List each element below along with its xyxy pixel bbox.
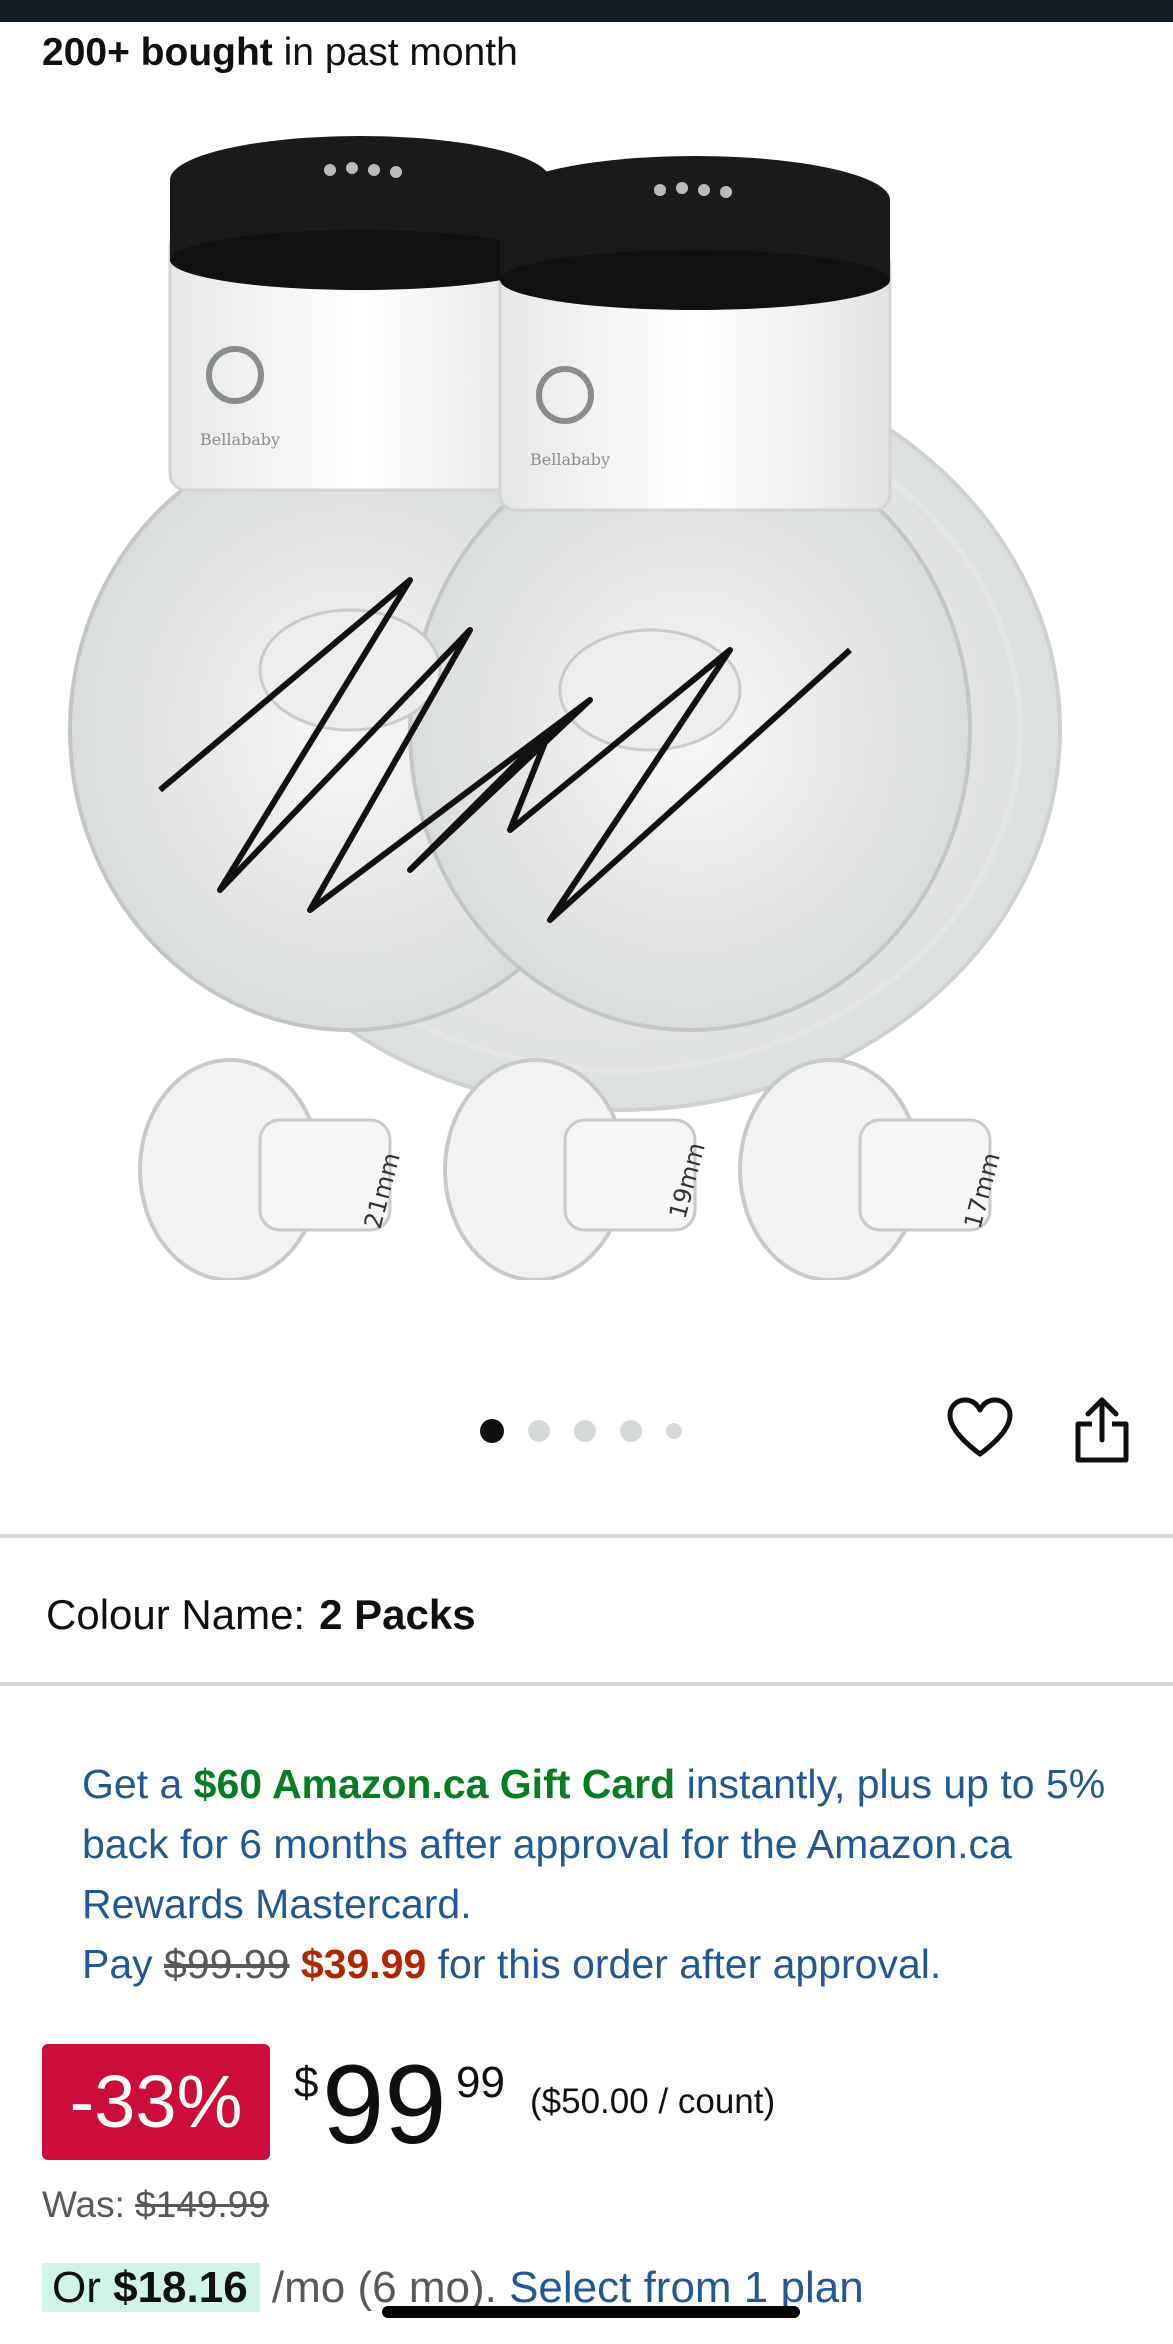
credit-card-promo[interactable]: Get a $60 Amazon.ca Gift Card instantly,… [82, 1754, 1122, 1994]
brand-label-left: Bellababy [200, 430, 280, 449]
promo-text: Get a [82, 1761, 194, 1807]
was-label: Was: [42, 2184, 136, 2225]
price-fraction: 99 [456, 2058, 505, 2107]
price-currency: $ [294, 2058, 319, 2107]
pagination-dot-2[interactable] [528, 1420, 550, 1442]
pagination-dot-1[interactable] [480, 1419, 504, 1443]
promo-pay-suffix: for this order after approval. [426, 1941, 942, 1987]
variation-value: 2 Packs [319, 1591, 476, 1638]
pagination-dot-3[interactable] [574, 1420, 596, 1442]
promo-old-price: $99.99 [164, 1941, 290, 1987]
brand-label-right: Bellababy [530, 450, 610, 469]
bought-count: 200+ bought [42, 31, 273, 74]
divider [0, 1682, 1173, 1686]
bought-suffix: in past month [272, 31, 518, 74]
variation-selector[interactable]: Colour Name: 2 Packs [46, 1590, 476, 1640]
home-indicator [382, 2306, 800, 2318]
installment-highlight: Or $18.16 [42, 2263, 260, 2312]
image-pagination-dots[interactable] [480, 1418, 706, 1444]
divider [0, 1534, 1173, 1538]
installment-prefix: Or [52, 2263, 114, 2312]
unit-price: ($50.00 / count) [530, 2082, 776, 2121]
select-plan-link[interactable]: Select from 1 plan [509, 2263, 864, 2312]
was-price: $149.99 [135, 2184, 269, 2225]
pagination-dot-5[interactable] [666, 1423, 682, 1439]
price-whole: 99 [322, 2042, 447, 2167]
promo-pay-prefix: Pay [82, 1941, 165, 1987]
bought-count-text: 200+ bought in past month [42, 30, 518, 76]
breast-pump-illustration: Bellababy Bellababy 21mm 19mm 17mm [30, 110, 1150, 1282]
flange-inserts [138, 1058, 992, 1282]
heart-icon[interactable] [946, 1396, 1014, 1460]
was-price-row: Was: $149.99 [42, 2182, 269, 2228]
promo-new-price: $39.99 [300, 1941, 427, 1987]
status-bar [0, 0, 1173, 22]
discount-badge: -33% [42, 2044, 270, 2160]
pagination-dot-4[interactable] [620, 1420, 642, 1442]
variation-label: Colour Name: [46, 1591, 306, 1638]
product-image[interactable]: Bellababy Bellababy 21mm 19mm 17mm [30, 110, 1150, 1282]
installment-period: /mo (6 mo). [259, 2263, 510, 2312]
promo-gift-card: $60 Amazon.ca Gift Card [193, 1761, 676, 1807]
installment-amount: $18.16 [113, 2263, 248, 2312]
share-icon[interactable] [1072, 1396, 1132, 1464]
